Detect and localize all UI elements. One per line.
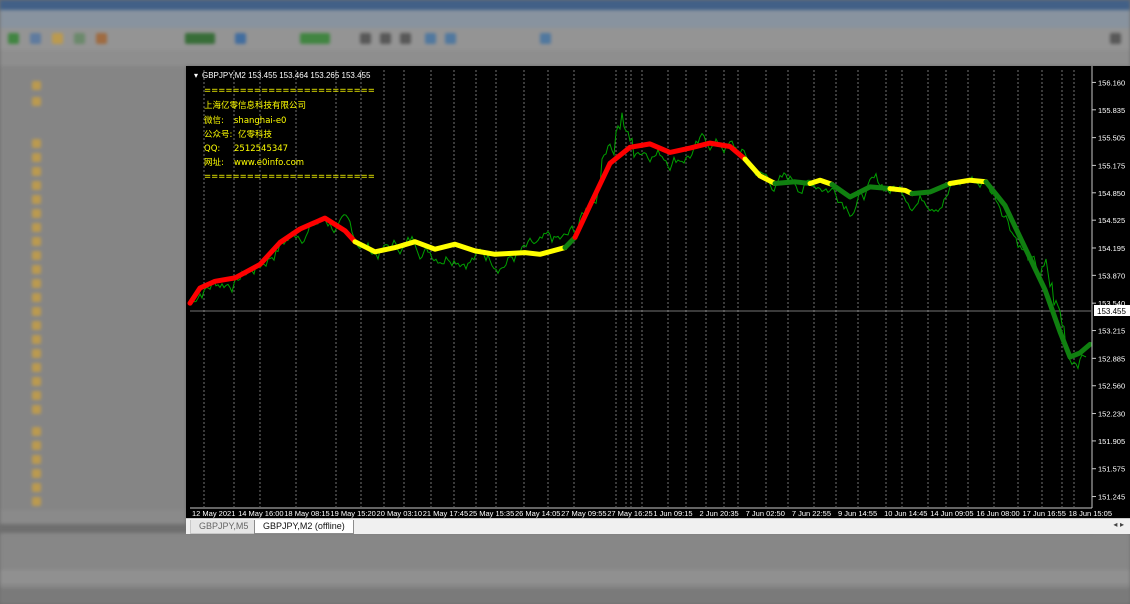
navigator-icon[interactable] bbox=[74, 33, 85, 44]
price-tick-label: 155.505 bbox=[1098, 134, 1125, 143]
time-tick-label: 10 Jun 14:45 bbox=[884, 509, 927, 518]
tab-scroll-arrows-icon[interactable]: ◂ ▸ bbox=[1113, 520, 1124, 529]
chart-menu-icon[interactable]: ▾ bbox=[194, 71, 198, 80]
info-separator-top: ======================== bbox=[204, 86, 375, 96]
price-tick-label: 154.195 bbox=[1098, 244, 1125, 253]
bar-chart-icon[interactable] bbox=[360, 33, 371, 44]
time-tick-label: 9 Jun 14:55 bbox=[838, 509, 877, 518]
chart-tabs: GBPJPY,M5 GBPJPY,M2 (offline) ◂ ▸ bbox=[186, 518, 1130, 534]
current-price-label: 153.455 bbox=[1097, 307, 1126, 316]
time-tick-label: 18 Jun 15:05 bbox=[1069, 509, 1112, 518]
time-tick-label: 16 Jun 08:00 bbox=[976, 509, 1019, 518]
search-icon[interactable] bbox=[1110, 33, 1121, 44]
price-tick-label: 155.175 bbox=[1098, 161, 1125, 170]
new-order-button[interactable] bbox=[185, 33, 215, 44]
time-tick-label: 21 May 17:45 bbox=[423, 509, 468, 518]
price-tick-label: 153.215 bbox=[1098, 327, 1125, 336]
price-tick-label: 152.560 bbox=[1098, 382, 1125, 391]
time-tick-label: 25 May 15:35 bbox=[469, 509, 514, 518]
time-tick-label: 7 Jun 22:55 bbox=[792, 509, 831, 518]
time-tick-label: 26 May 14:05 bbox=[515, 509, 560, 518]
market-watch-icon[interactable] bbox=[52, 33, 63, 44]
terminal-icon[interactable] bbox=[96, 33, 107, 44]
line-chart-icon[interactable] bbox=[400, 33, 411, 44]
indicators-icon[interactable] bbox=[540, 33, 551, 44]
price-tick-label: 151.905 bbox=[1098, 437, 1125, 446]
info-wechat-label: 微信: bbox=[204, 115, 224, 126]
price-tick-label: 152.230 bbox=[1098, 410, 1125, 419]
time-tick-label: 2 Jun 20:35 bbox=[700, 509, 739, 518]
time-tick-label: 12 May 2021 bbox=[192, 509, 235, 518]
chart-window[interactable]: 156.160 155.835 155.505 155.175 154.850 154.5… bbox=[186, 66, 1130, 534]
time-tick-label: 1 Jun 09:15 bbox=[653, 509, 692, 518]
time-tick-label: 17 Jun 16:55 bbox=[1023, 509, 1066, 518]
time-tick-label: 27 May 09:55 bbox=[561, 509, 606, 518]
symbol-header: GBPJPY,M2 153.455 153.464 153.265 153.45… bbox=[202, 71, 371, 80]
price-tick-label: 151.575 bbox=[1098, 465, 1125, 474]
info-official-value: 亿零科技 bbox=[238, 129, 273, 140]
line-studies-toolbar bbox=[0, 50, 1130, 66]
zoom-out-icon[interactable] bbox=[445, 33, 456, 44]
metaeditor-icon[interactable] bbox=[235, 33, 246, 44]
info-company: 上海亿零信息科技有限公司 bbox=[204, 100, 306, 111]
title-bar bbox=[0, 0, 1130, 10]
time-tick-label: 19 May 15:20 bbox=[330, 509, 375, 518]
time-tick-label: 18 May 08:15 bbox=[284, 509, 329, 518]
time-tick-label: 27 May 16:25 bbox=[607, 509, 652, 518]
candles-icon[interactable] bbox=[380, 33, 391, 44]
price-tick-label: 154.850 bbox=[1098, 189, 1125, 198]
trend-segment-green bbox=[772, 179, 813, 186]
info-web-label: 网址: bbox=[204, 157, 224, 168]
tab-gbpjpy-m2-offline[interactable]: GBPJPY,M2 (offline) bbox=[254, 520, 354, 534]
price-tick-label: 152.885 bbox=[1098, 354, 1125, 363]
info-web-value: www.e0info.com bbox=[234, 158, 304, 168]
time-tick-label: 14 May 16:00 bbox=[238, 509, 283, 518]
price-tick-label: 154.525 bbox=[1098, 216, 1125, 225]
main-toolbar bbox=[0, 28, 1130, 50]
info-qq-label: QQ: bbox=[204, 144, 220, 154]
status-bar bbox=[0, 588, 1130, 604]
info-wechat-value: shanghai-e0 bbox=[234, 116, 286, 126]
new-order-icon[interactable] bbox=[8, 33, 19, 44]
time-tick-label: 20 May 03:10 bbox=[377, 509, 422, 518]
info-official-label: 公众号: bbox=[204, 130, 232, 140]
tab-gbpjpy-m5[interactable]: GBPJPY,M5 bbox=[190, 520, 258, 534]
info-qq-value: 2512545347 bbox=[234, 144, 288, 154]
autotrading-button[interactable] bbox=[300, 33, 330, 44]
price-tick-label: 156.160 bbox=[1098, 78, 1125, 87]
price-tick-label: 153.870 bbox=[1098, 271, 1125, 280]
zoom-in-icon[interactable] bbox=[425, 33, 436, 44]
time-tick-label: 7 Jun 02:50 bbox=[746, 509, 785, 518]
profiles-icon[interactable] bbox=[30, 33, 41, 44]
navigator-tabs[interactable] bbox=[0, 510, 186, 524]
price-tick-label: 151.245 bbox=[1098, 493, 1125, 502]
price-tick-label: 155.835 bbox=[1098, 106, 1125, 115]
time-tick-label: 14 Jun 09:05 bbox=[930, 509, 973, 518]
chart-background bbox=[186, 66, 1130, 518]
terminal-tabs[interactable] bbox=[0, 570, 1130, 584]
trend-segment-yellow bbox=[947, 177, 989, 186]
price-chart[interactable]: 156.160 155.835 155.505 155.175 154.850 154.5… bbox=[186, 66, 1130, 518]
info-separator-bottom: ======================== bbox=[204, 172, 375, 182]
menu-bar bbox=[0, 10, 1130, 28]
navigator-panel bbox=[0, 66, 186, 518]
